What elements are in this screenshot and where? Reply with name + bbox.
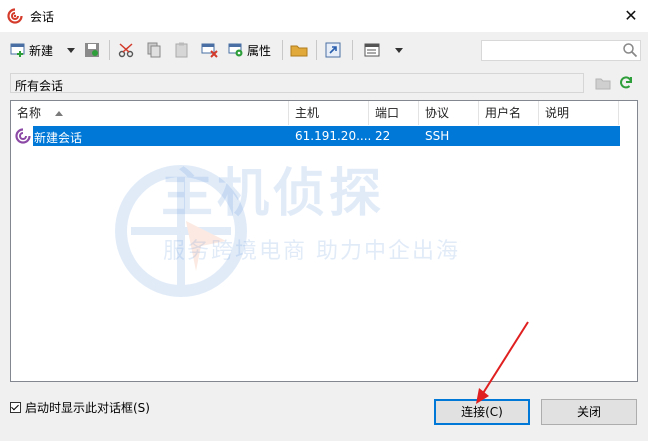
app-logo-icon <box>7 8 23 24</box>
session-protocol: SSH <box>425 129 450 143</box>
folder-up-icon[interactable] <box>595 76 611 90</box>
column-header-description[interactable]: 说明 <box>539 101 619 125</box>
column-header-label: 说明 <box>545 106 570 120</box>
column-header-port[interactable]: 端口 <box>369 101 419 125</box>
session-icon <box>15 128 31 144</box>
column-header-name[interactable]: 名称 <box>11 101 289 125</box>
list-header: 名称 主机 端口 协议 用户名 说明 <box>11 101 637 125</box>
shortcut-button[interactable] <box>325 39 341 61</box>
toolbar-divider <box>109 40 110 60</box>
properties-icon <box>228 43 243 57</box>
session-port: 22 <box>375 129 391 143</box>
search-input[interactable] <box>481 40 641 61</box>
session-host: 61.191.20.... <box>295 129 372 143</box>
toolbar-divider <box>282 40 283 60</box>
paste-icon <box>175 42 188 58</box>
column-header-label: 用户名 <box>485 106 522 120</box>
view-dropdown-button[interactable] <box>394 39 404 61</box>
session-name: 新建会话 <box>34 131 83 145</box>
chevron-down-icon <box>67 48 75 53</box>
startup-checkbox-box[interactable] <box>10 402 21 413</box>
copy-icon <box>147 42 161 58</box>
view-list-icon <box>364 43 380 57</box>
delete-icon <box>201 43 218 58</box>
column-header-label: 协议 <box>425 106 450 120</box>
session-list[interactable]: 名称 主机 端口 协议 用户名 说明 主机侦探 服务跨境电商 助力中企出海 新建… <box>10 100 638 382</box>
chevron-down-icon <box>395 48 403 53</box>
path-text: 所有会话 <box>15 79 64 93</box>
watermark-title: 主机侦探 <box>161 164 386 224</box>
refresh-icon[interactable] <box>618 75 634 91</box>
save-button[interactable] <box>84 39 100 61</box>
column-header-label: 端口 <box>375 106 400 120</box>
cut-icon <box>118 43 134 58</box>
window-title: 会话 <box>30 10 55 24</box>
properties-button[interactable]: 属性 <box>228 39 271 61</box>
session-folder-path[interactable]: 所有会话 <box>10 73 584 93</box>
column-header-label: 名称 <box>17 106 42 120</box>
column-header-host[interactable]: 主机 <box>289 101 369 125</box>
copy-button[interactable] <box>146 39 162 61</box>
watermark-slogan: 服务跨境电商 助力中企出海 <box>163 239 460 264</box>
toolbar-divider <box>316 40 317 60</box>
startup-checkbox-label: 启动时显示此对话框(S) <box>25 401 150 415</box>
save-session-icon <box>85 43 99 57</box>
annotation-arrow-icon <box>476 321 529 404</box>
toolbar-divider <box>352 40 353 60</box>
new-session-button[interactable]: 新建 <box>10 39 53 61</box>
title-bar: 会话 ✕ <box>0 0 648 32</box>
cut-button[interactable] <box>118 39 136 61</box>
column-header-protocol[interactable]: 协议 <box>419 101 479 125</box>
close-button[interactable]: 关闭 <box>541 399 637 425</box>
properties-label: 属性 <box>247 43 272 58</box>
open-folder-button[interactable] <box>290 39 308 61</box>
shortcut-icon <box>325 42 341 58</box>
view-button[interactable] <box>364 39 380 61</box>
new-session-icon <box>10 43 25 57</box>
close-icon[interactable]: ✕ <box>618 4 644 28</box>
new-dropdown-button[interactable] <box>66 39 76 61</box>
paste-button[interactable] <box>174 39 190 61</box>
folder-icon <box>290 45 308 57</box>
delete-button[interactable] <box>201 39 219 61</box>
new-session-label: 新建 <box>29 43 54 58</box>
column-header-username[interactable]: 用户名 <box>479 101 539 125</box>
column-header-label: 主机 <box>295 106 320 120</box>
startup-checkbox[interactable]: 启动时显示此对话框(S) <box>10 399 150 416</box>
search-icon[interactable] <box>622 42 638 58</box>
table-row[interactable]: 新建会话 61.191.20.... 22 SSH <box>11 126 620 146</box>
sort-ascending-icon <box>55 111 63 116</box>
